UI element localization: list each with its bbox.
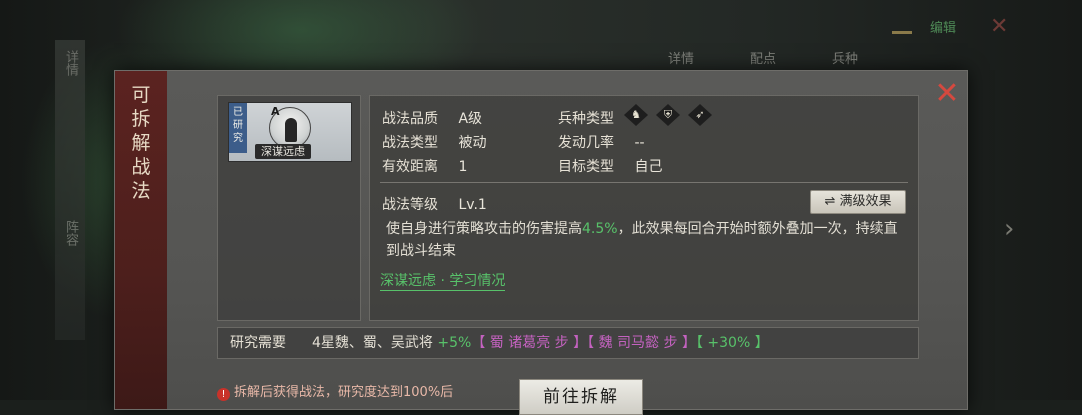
background-tab: 兵种 [832, 52, 859, 67]
background-close-icon: ✕ [990, 14, 1009, 39]
warning-message: ! 拆解后获得战法，研究度达到100%后 [217, 381, 453, 401]
background-tabs: 详情 配点 兵种 [668, 48, 858, 67]
quality-label: 战法品质 [382, 111, 438, 127]
range-value: 1 [458, 159, 468, 175]
skill-card-panel: 已研究 A 深谋远虑 [217, 95, 361, 321]
troop-icons: ♞ ⛨ ➶ [624, 104, 712, 126]
requirement-bonus: +5% [437, 335, 472, 351]
background-tab: 详情 [668, 52, 695, 67]
requirement-general-1: 【 蜀 诸葛亮 步 】 [471, 335, 588, 351]
rate-label: 发动几率 [558, 135, 614, 151]
warning-text: 拆解后获得战法，研究度达到100%后 [234, 385, 454, 400]
skill-description: 使自身进行策略攻击的伤害提高4.5%，此效果每回合开始时额外叠加一次，持续直到战… [386, 218, 906, 262]
divider [380, 182, 908, 183]
cavalry-icon: ♞ [624, 104, 648, 126]
researched-tag: 已研究 [229, 103, 247, 153]
range-label: 有效距离 [382, 159, 438, 175]
skill-info-panel: 战法品质 A级 战法类型 被动 有效距离 1 兵种类型 ♞ ⛨ ➶ 发动几率 -… [369, 95, 919, 321]
target-value: 自己 [634, 159, 663, 175]
max-level-effect-button[interactable]: ⇌ 满级效果 [810, 190, 906, 214]
desc-highlight: 4.5% [582, 221, 618, 237]
goto-disassemble-button[interactable]: 前往拆解 [519, 379, 643, 415]
background-tab: 配点 [750, 52, 777, 67]
background-menu-item: 详情 [63, 50, 78, 76]
bow-icon: ➶ [688, 104, 712, 126]
quality-value: A级 [458, 111, 483, 127]
learn-status-link[interactable]: 深谋远虑 · 学习情况 [380, 272, 506, 291]
skill-grade: A [271, 105, 280, 118]
requirement-text: 4星魏、蜀、吴武将 +5%【 蜀 诸葛亮 步 】【 魏 司马懿 步 】【 +30… [312, 328, 769, 358]
requirement-generals: 4星魏、蜀、吴武将 [312, 335, 433, 351]
skill-card[interactable]: 已研究 A 深谋远虑 [228, 102, 352, 162]
desc-text: 使自身进行策略攻击的伤害提高 [386, 221, 582, 237]
requirement-label: 研究需要 [230, 335, 286, 351]
close-button[interactable]: ✕ [933, 79, 961, 109]
level-label: 战法等级 [382, 197, 438, 213]
dialog-side-banner: 可拆解战法 [115, 71, 167, 409]
dialog-title: 可拆解战法 [131, 84, 151, 202]
warning-icon: ! [217, 388, 230, 401]
background-side-menu: 详情 阵容 [55, 40, 85, 340]
rate-value: -- [634, 135, 645, 151]
skill-card-name: 深谋远虑 [255, 144, 311, 159]
rate-row: 发动几率 -- [558, 132, 645, 152]
troop-label: 兵种类型 [558, 111, 614, 127]
research-requirement-bar: 研究需要 4星魏、蜀、吴武将 +5%【 蜀 诸葛亮 步 】【 魏 司马懿 步 】… [217, 327, 919, 359]
crown-icon [892, 20, 912, 34]
type-value: 被动 [458, 135, 487, 151]
type-row: 战法类型 被动 [382, 132, 486, 152]
type-label: 战法类型 [382, 135, 438, 151]
background-edit-text: 编辑 [930, 21, 957, 36]
troop-row: 兵种类型 [558, 108, 630, 128]
quality-row: 战法品质 A级 [382, 108, 482, 128]
target-label: 目标类型 [558, 159, 614, 175]
skill-dialog: 可拆解战法 ✕ 已研究 A 深谋远虑 战法品质 A级 战法类型 被动 有效距离 … [114, 70, 968, 415]
level-row: 战法等级 Lv.1 [382, 194, 487, 214]
range-row: 有效距离 1 [382, 156, 467, 176]
target-row: 目标类型 自己 [558, 156, 662, 176]
requirement-bonus-2: 【 +30% 】 [695, 335, 769, 351]
level-value: Lv.1 [458, 197, 487, 213]
background-top-right: 编辑 ✕ [892, 14, 1008, 39]
chevron-right-icon: › [1004, 214, 1015, 244]
background-menu-item: 阵容 [63, 220, 78, 246]
shield-icon: ⛨ [656, 104, 680, 126]
requirement-general-2: 【 魏 司马懿 步 】 [587, 335, 696, 351]
